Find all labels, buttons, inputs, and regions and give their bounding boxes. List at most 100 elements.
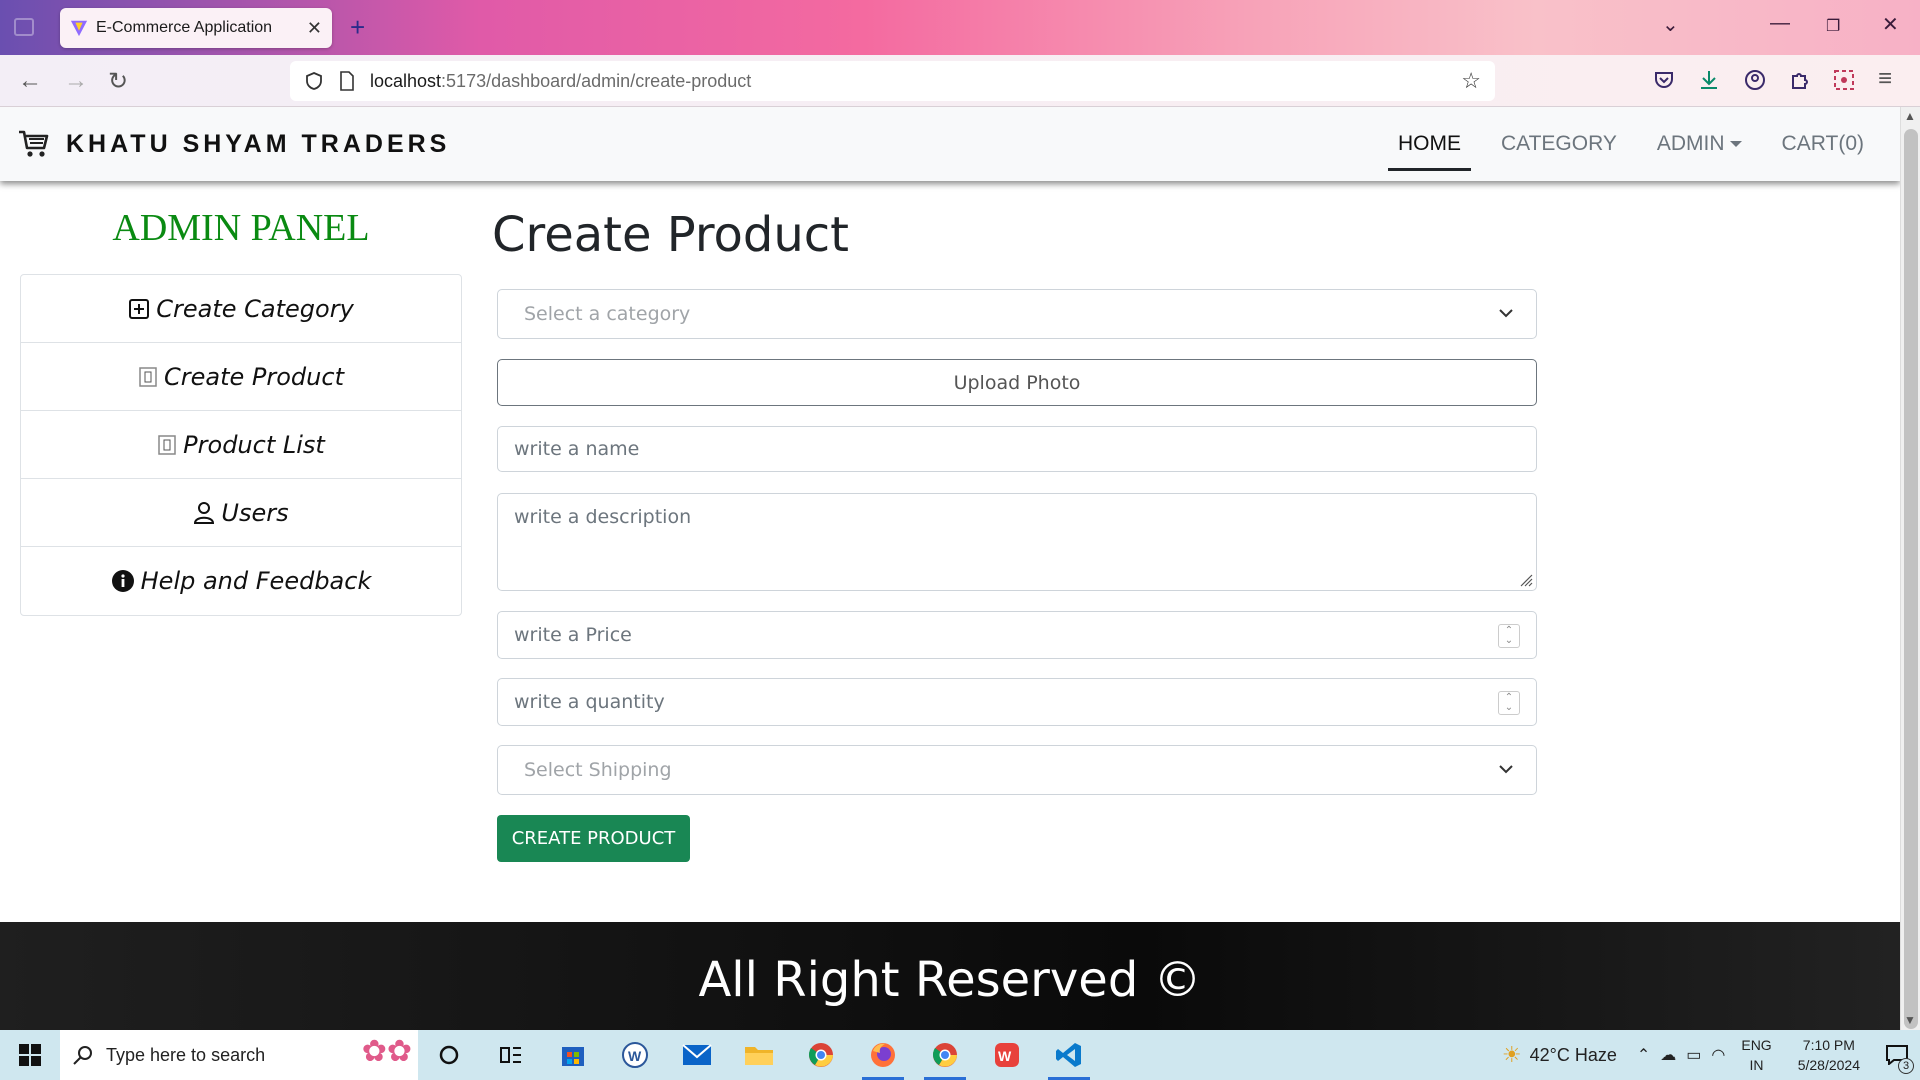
create-product-button[interactable]: Create Product: [497, 815, 690, 862]
clock-time: 7:10 PM: [1802, 1037, 1855, 1053]
battery-icon[interactable]: ▭: [1686, 1045, 1701, 1065]
cortana-icon[interactable]: [418, 1030, 480, 1080]
clock-date: 5/28/2024: [1797, 1057, 1860, 1073]
address-bar[interactable]: localhost:5173/dashboard/admin/create-pr…: [290, 61, 1495, 101]
name-input-placeholder: write a name: [514, 438, 640, 460]
chevron-down-icon: [1499, 765, 1513, 774]
nav-category[interactable]: Category: [1491, 107, 1627, 181]
sidebar-item-product-list[interactable]: Product List: [21, 411, 461, 479]
weather-text: 42°C Haze: [1529, 1044, 1617, 1065]
brand-name: KHATU SHYAM TRADERS: [66, 129, 451, 158]
back-icon[interactable]: ←: [18, 67, 42, 95]
quantity-input-placeholder: write a quantity: [514, 691, 665, 713]
sidebar-item-users[interactable]: Users: [21, 479, 461, 547]
scroll-down-icon[interactable]: ▼: [1904, 1013, 1916, 1027]
browser-tab[interactable]: E-Commerce Application ✕: [60, 8, 332, 48]
sidebar-item-label: Help and Feedback: [140, 567, 372, 595]
restore-icon[interactable]: ❐: [1826, 16, 1840, 36]
scrollbar-thumb[interactable]: [1904, 129, 1918, 1029]
onedrive-cloud-icon[interactable]: ☁: [1660, 1045, 1676, 1065]
brand[interactable]: KHATU SHYAM TRADERS: [18, 129, 450, 159]
scroll-up-icon[interactable]: ▲: [1904, 109, 1916, 123]
screenshot-icon[interactable]: [1832, 68, 1856, 92]
task-view-icon[interactable]: [480, 1030, 542, 1080]
page-scrollbar[interactable]: ▲ ▼: [1900, 107, 1920, 1030]
price-input[interactable]: write a Price ⌃ ⌄: [497, 611, 1537, 659]
name-input[interactable]: write a name: [497, 426, 1537, 472]
extensions-icon[interactable]: [1788, 68, 1812, 92]
lang-line2: IN: [1749, 1057, 1764, 1073]
site-footer: All Right Reserved ©: [0, 922, 1900, 1030]
windows-taskbar: Type here to search ✿✿ W W ☀ 42°C Haze ⌃…: [0, 1030, 1920, 1080]
system-tray: ☀ 42°C Haze ⌃ ☁ ▭ ◠ ENG IN 7:10 PM 5/28/…: [1502, 1030, 1920, 1080]
wifi-icon[interactable]: ◠: [1711, 1045, 1725, 1065]
footer-text: All Right Reserved ©: [698, 952, 1202, 1008]
url-path: :5173/dashboard/admin/create-product: [441, 70, 752, 91]
nav-home[interactable]: Home: [1387, 107, 1471, 181]
description-textarea[interactable]: write a description: [497, 493, 1537, 591]
tab-overflow-chevron-icon[interactable]: ⌄: [1662, 12, 1679, 37]
category-select-placeholder: Select a category: [524, 303, 691, 325]
forward-icon[interactable]: →: [64, 67, 88, 95]
price-input-placeholder: write a Price: [514, 624, 632, 646]
shield-icon[interactable]: [304, 71, 324, 91]
sidebar-item-create-category[interactable]: Create Category: [21, 275, 461, 343]
shipping-select[interactable]: Select Shipping: [497, 745, 1537, 795]
account-icon[interactable]: [1743, 68, 1767, 92]
mail-icon[interactable]: [666, 1030, 728, 1080]
reload-icon[interactable]: ↻: [108, 67, 128, 96]
file-explorer-icon[interactable]: [728, 1030, 790, 1080]
hamburger-menu-icon[interactable]: ≡: [1878, 65, 1892, 93]
store-icon[interactable]: [542, 1030, 604, 1080]
bookmark-star-icon[interactable]: ☆: [1461, 68, 1481, 94]
main-menu: Home Category Admin Cart(0): [1368, 107, 1874, 181]
pocket-icon[interactable]: [1652, 68, 1676, 92]
vscode-icon[interactable]: [1038, 1030, 1100, 1080]
chrome-icon[interactable]: [914, 1030, 976, 1080]
chrome-icon[interactable]: [790, 1030, 852, 1080]
notification-center-icon[interactable]: 3: [1874, 1030, 1920, 1080]
sidebar-item-help-feedback[interactable]: Help and Feedback: [21, 547, 461, 615]
admin-panel-title: ADMIN PANEL: [112, 207, 370, 249]
browser-toolbar: ← → ↻ localhost:5173/dashboard/admin/cre…: [0, 55, 1920, 107]
taskbar-search[interactable]: Type here to search ✿✿: [60, 1030, 418, 1080]
taskbar-search-placeholder: Type here to search: [106, 1044, 266, 1065]
admin-sidebar: Create Category Create Product Product L…: [20, 274, 462, 616]
word-app-icon[interactable]: W: [604, 1030, 666, 1080]
notification-count: 3: [1898, 1058, 1914, 1074]
wps-office-icon[interactable]: W: [976, 1030, 1038, 1080]
firefox-icon[interactable]: [852, 1030, 914, 1080]
new-tab-icon[interactable]: +: [350, 12, 365, 43]
window-close-icon[interactable]: ✕: [1882, 12, 1899, 37]
info-circle-icon: [111, 569, 135, 593]
page-icon[interactable]: [338, 71, 356, 91]
clock[interactable]: 7:10 PM 5/28/2024: [1798, 1035, 1860, 1075]
nav-admin-label: Admin: [1656, 132, 1725, 155]
chevron-up-icon[interactable]: ⌃: [1637, 1045, 1650, 1065]
sidebar-item-label: Create Category: [156, 294, 354, 323]
windows-start-icon[interactable]: [0, 1030, 60, 1080]
category-select[interactable]: Select a category: [497, 289, 1537, 339]
svg-text:W: W: [998, 1048, 1012, 1064]
weather-widget[interactable]: ☀ 42°C Haze: [1502, 1042, 1617, 1068]
quantity-input[interactable]: write a quantity ⌃ ⌄: [497, 678, 1537, 726]
minimize-icon[interactable]: —: [1770, 12, 1790, 35]
sidebar-item-create-product[interactable]: Create Product: [21, 343, 461, 411]
lang-line1: ENG: [1741, 1037, 1772, 1053]
resize-handle-icon[interactable]: [1519, 573, 1533, 587]
nav-admin-dropdown[interactable]: Admin: [1647, 107, 1752, 181]
weather-haze-icon: ☀: [1501, 1042, 1522, 1067]
tab-list-icon[interactable]: [14, 18, 34, 36]
page-viewport: KHATU SHYAM TRADERS Home Category Admin …: [0, 107, 1900, 1030]
number-spinner-icon[interactable]: ⌃ ⌄: [1498, 691, 1520, 715]
nav-cart[interactable]: Cart(0): [1772, 107, 1874, 181]
site-navbar: KHATU SHYAM TRADERS Home Category Admin …: [0, 107, 1900, 181]
tab-close-icon[interactable]: ✕: [307, 18, 322, 39]
upload-photo-button[interactable]: Upload Photo: [497, 359, 1537, 406]
number-spinner-icon[interactable]: ⌃ ⌄: [1498, 624, 1520, 648]
tab-title: E-Commerce Application: [96, 19, 273, 36]
vite-favicon-icon: [70, 20, 88, 37]
language-indicator[interactable]: ENG IN: [1741, 1035, 1771, 1075]
description-placeholder: write a description: [514, 506, 692, 528]
download-icon[interactable]: [1697, 68, 1721, 92]
